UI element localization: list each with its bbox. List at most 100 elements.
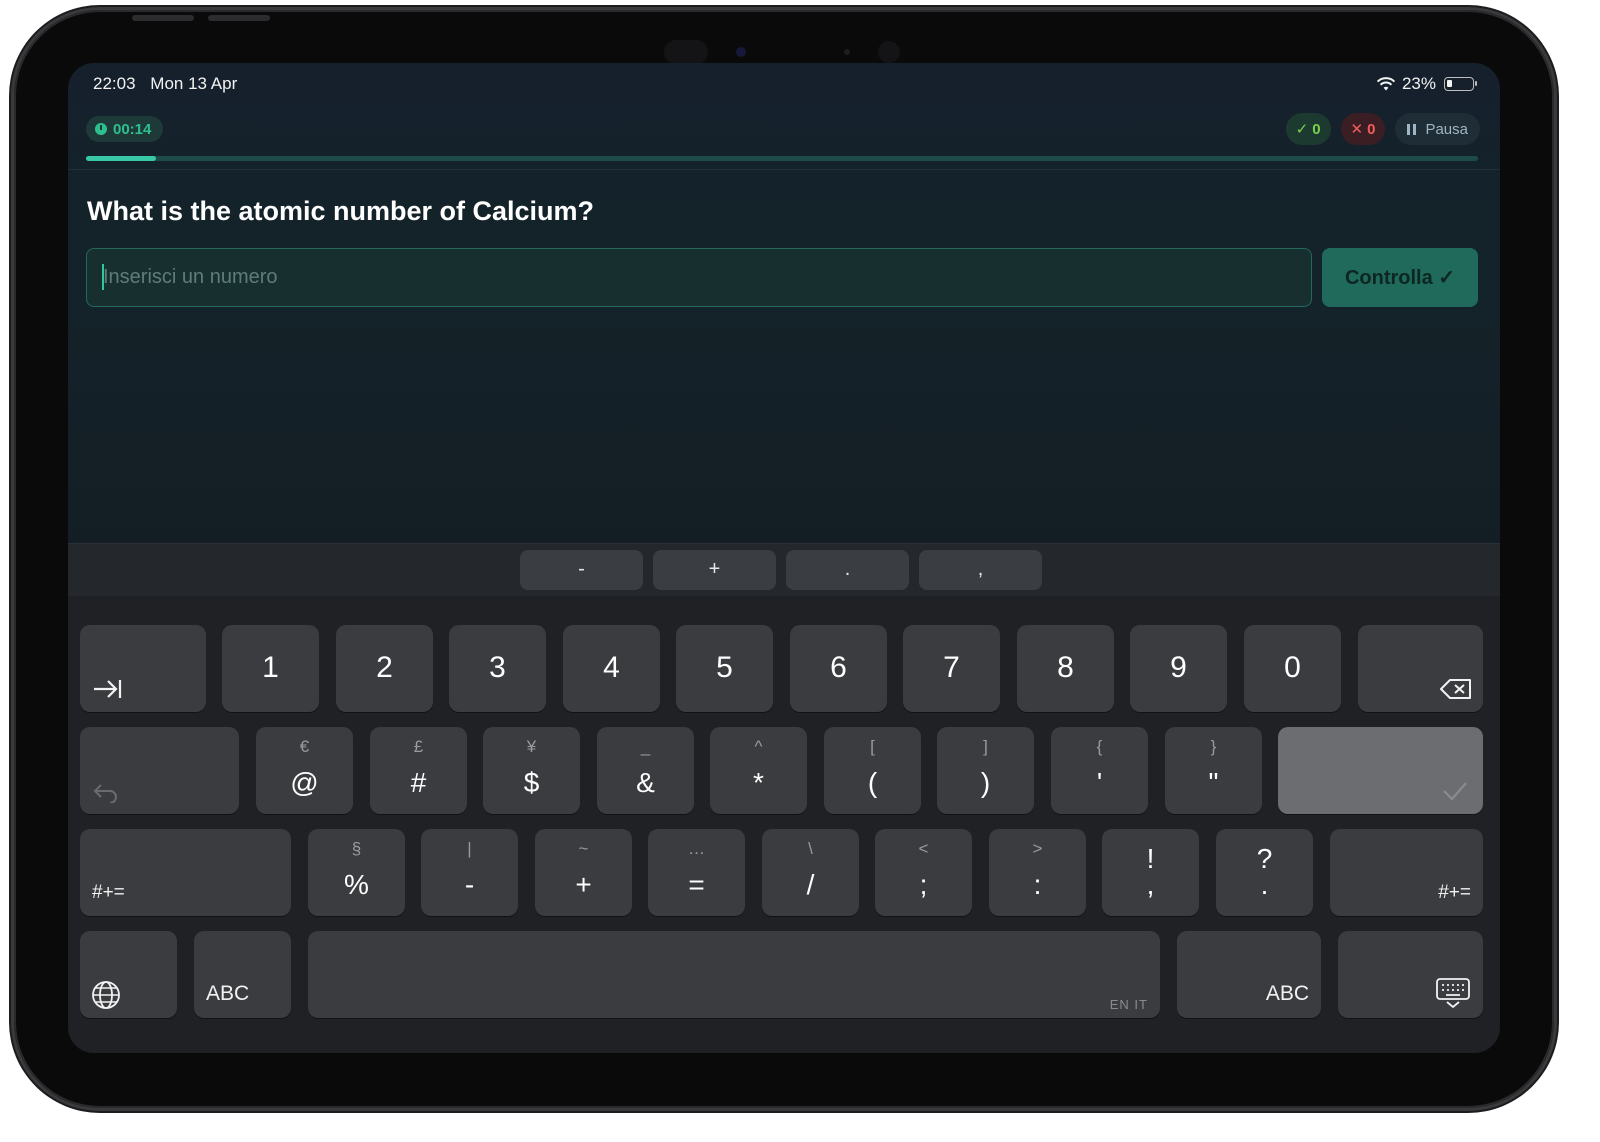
key-6[interactable]: 6 xyxy=(790,625,887,712)
checkmark-icon: ✓ xyxy=(1295,121,1309,138)
key-apostrophe[interactable]: {' xyxy=(1051,727,1148,814)
key-4[interactable]: 4 xyxy=(563,625,660,712)
tab-key[interactable] xyxy=(80,625,206,712)
key-5[interactable]: 5 xyxy=(676,625,773,712)
key-label: & xyxy=(636,767,655,798)
battery-percent: 23% xyxy=(1401,74,1436,93)
accessory-plus-key[interactable]: + xyxy=(653,550,776,590)
key-dollar[interactable]: ¥ $ xyxy=(483,727,580,814)
text-caret xyxy=(102,264,104,290)
key-label: 4 xyxy=(603,651,620,684)
answer-input[interactable] xyxy=(86,248,1312,307)
key-label: ABC xyxy=(1265,982,1309,1005)
undo-icon xyxy=(93,784,117,803)
key-label: 0 xyxy=(1284,651,1301,684)
cross-icon: ✕ xyxy=(1350,121,1364,138)
key-percent[interactable]: §% xyxy=(308,829,405,916)
correct-count: 0 xyxy=(1312,120,1321,138)
delete-icon xyxy=(1440,679,1471,699)
key-right-paren[interactable]: ]) xyxy=(937,727,1034,814)
key-label: ' xyxy=(1096,767,1103,798)
key-label: = xyxy=(688,869,705,900)
status-time: 22:03 xyxy=(93,74,136,93)
key-label: #+= xyxy=(1438,882,1471,903)
key-label: ABC xyxy=(206,982,250,1005)
progress-fill xyxy=(86,156,156,161)
accessory-comma-key[interactable]: , xyxy=(919,550,1042,590)
key-label: 9 xyxy=(1170,651,1187,684)
pause-button[interactable]: Pausa xyxy=(1395,113,1480,145)
correct-count-badge: ✓ 0 xyxy=(1285,113,1331,145)
key-label: : xyxy=(1033,869,1042,900)
key-label: $ xyxy=(523,767,540,798)
key-label: #+= xyxy=(92,882,125,903)
battery-fill xyxy=(1447,80,1453,87)
key-semicolon[interactable]: <; xyxy=(875,829,972,916)
dismiss-keyboard-key[interactable] xyxy=(1338,931,1483,1018)
accessory-minus-key[interactable]: - xyxy=(520,550,643,590)
key-7[interactable]: 7 xyxy=(903,625,1000,712)
key-alt-label: [ xyxy=(870,737,875,756)
key-minus[interactable]: | - xyxy=(421,829,518,916)
key-9[interactable]: 9 xyxy=(1130,625,1227,712)
key-label: * xyxy=(753,767,764,798)
globe-key[interactable] xyxy=(80,931,177,1018)
key-2[interactable]: 2 xyxy=(336,625,433,712)
key-left-paren[interactable]: [( xyxy=(824,727,921,814)
key-alt-label: > xyxy=(1032,839,1043,858)
key-0[interactable]: 0 xyxy=(1244,625,1341,712)
question-text: What is the atomic number of Calcium? xyxy=(87,196,595,226)
header-divider xyxy=(68,169,1500,170)
undo-key[interactable] xyxy=(80,727,239,814)
delete-key[interactable] xyxy=(1358,625,1483,712)
key-alt-label: ] xyxy=(983,737,988,756)
pause-icon xyxy=(1407,123,1417,135)
key-label: ) xyxy=(980,767,991,798)
key-label: 2 xyxy=(376,651,393,684)
key-at[interactable]: € @ xyxy=(256,727,353,814)
key-label: , xyxy=(1146,869,1155,900)
key-quote[interactable]: } " xyxy=(1165,727,1262,814)
key-equals[interactable]: … = xyxy=(648,829,745,916)
check-answer-button[interactable]: Controlla ✓ xyxy=(1322,248,1478,307)
accessory-period-key[interactable]: . xyxy=(786,550,909,590)
key-8[interactable]: 8 xyxy=(1017,625,1114,712)
tab-icon xyxy=(94,680,122,698)
key-alt-label: _ xyxy=(640,737,651,756)
key-comma[interactable]: !, xyxy=(1102,829,1199,916)
return-key[interactable] xyxy=(1278,727,1483,814)
pause-label: Pausa xyxy=(1425,120,1468,138)
symbols-toggle-key-right[interactable]: #+= xyxy=(1330,829,1483,916)
timer-badge: 00:14 xyxy=(86,116,164,142)
key-alt-label: … xyxy=(688,839,705,858)
key-label: 3 xyxy=(489,651,506,684)
key-ampersand[interactable]: _ & xyxy=(597,727,694,814)
key-slash[interactable]: \ / xyxy=(762,829,859,916)
key-plus[interactable]: ~ + xyxy=(535,829,632,916)
key-1[interactable]: 1 xyxy=(222,625,319,712)
key-alt-label: £ xyxy=(413,737,424,756)
key-label: 5 xyxy=(716,651,733,684)
key-label: / xyxy=(806,869,815,900)
volume-button xyxy=(132,15,194,21)
wrong-count-badge: ✕ 0 xyxy=(1340,113,1386,145)
abc-key-right[interactable]: ABC xyxy=(1177,931,1321,1018)
key-3[interactable]: 3 xyxy=(449,625,546,712)
camera-housing xyxy=(664,38,904,66)
symbols-toggle-key-left[interactable]: #+= xyxy=(80,829,291,916)
globe-icon xyxy=(92,981,120,1009)
key-label: 8 xyxy=(1057,651,1074,684)
key-asterisk[interactable]: ^ * xyxy=(710,727,807,814)
key-colon[interactable]: >: xyxy=(989,829,1086,916)
abc-key-left[interactable]: ABC xyxy=(194,931,291,1018)
onscreen-keyboard: 1 2 3 4 5 6 7 8 9 0 € @ £ # ¥ $ _ & ^ * [( ])… xyxy=(68,596,1500,1053)
key-period[interactable]: ?. xyxy=(1216,829,1313,916)
key-hash[interactable]: £ # xyxy=(370,727,467,814)
volume-button xyxy=(208,15,270,21)
battery-icon xyxy=(1444,77,1477,91)
key-alt-label: ¥ xyxy=(526,737,537,756)
key-label: + xyxy=(575,869,592,900)
space-key[interactable]: EN IT xyxy=(308,931,1160,1018)
wifi-icon xyxy=(1376,77,1396,91)
key-label: # xyxy=(410,767,427,798)
